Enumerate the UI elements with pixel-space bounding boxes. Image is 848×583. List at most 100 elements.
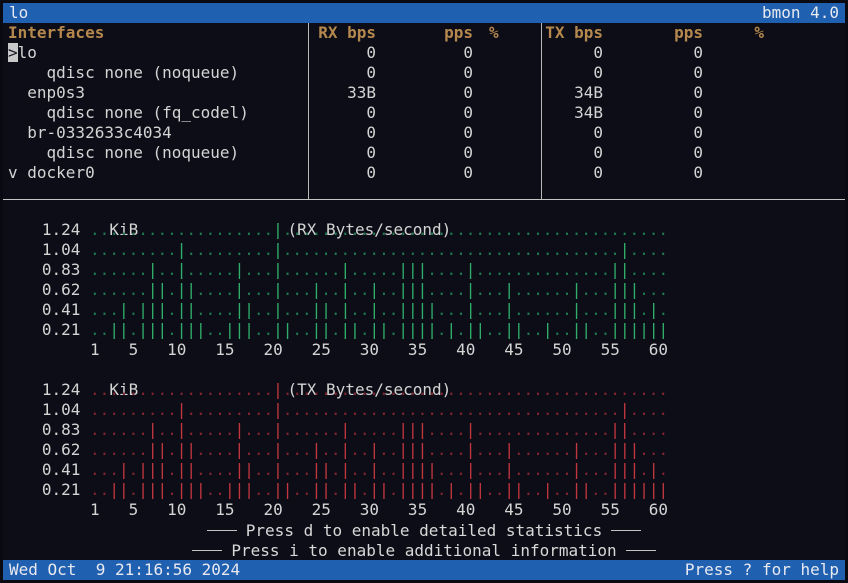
tx-bps-value: 34B (541, 83, 611, 103)
graph-row: 0.83......|..|.....|...|......|.....|||.… (13, 420, 845, 440)
col-header-tx-bps: TX bps (541, 23, 611, 43)
table-empty-row (3, 183, 845, 199)
tx-pct-value (711, 123, 766, 143)
rx-pps-value: 0 (384, 123, 481, 143)
tx-bps-value: 0 (541, 163, 611, 183)
hint-rule-right (611, 530, 641, 531)
interface-name: qdisc none (noqueue) (8, 63, 239, 82)
hint-detailed-row: Press d to enable detailed statistics (3, 520, 845, 540)
selected-interface-title: lo (9, 3, 28, 23)
tx-graph-title-row: KiB(TX Bytes/second) (13, 360, 845, 380)
rx-pps-value: 0 (384, 43, 481, 63)
hint-rule-right (626, 550, 656, 551)
graph-row: 0.21..||.|||.|||..|||..||..||.||.||.||||… (13, 480, 845, 500)
hint-additional-row: Press i to enable additional information (3, 540, 845, 560)
clock-text: Wed Oct 9 21:16:56 2024 (9, 560, 240, 580)
interface-row-lo-qdisc[interactable]: qdisc none (noqueue) 0 0 0 0 (3, 63, 845, 83)
graph-row: 0.62......||.||....|...|...|..|..|..|||.… (13, 280, 845, 300)
rx-pct-value (481, 143, 541, 163)
bmon-terminal[interactable]: lo bmon 4.0 Interfaces RX bps pps % TX b… (0, 0, 848, 583)
tx-bps-value: 0 (541, 43, 611, 63)
graph-row: 0.83......|..|.....|...|......|.....|||.… (13, 260, 845, 280)
graph-row: 1.24...................|................… (13, 220, 845, 240)
tx-bps-value: 0 (541, 63, 611, 83)
hint-rule-left (192, 550, 222, 551)
graph-row: 0.41...|.|||.||....||..|...||.|..|..||||… (13, 460, 845, 480)
interface-row-br-qdisc[interactable]: qdisc none (noqueue) 0 0 0 0 (3, 143, 845, 163)
hint-additional-text: Press i to enable additional information (231, 541, 616, 560)
graph-area: KiB(RX Bytes/second) 1.24...............… (3, 200, 845, 520)
selection-cursor: > (8, 43, 18, 62)
col-header-rx-pps: pps (384, 23, 481, 43)
tx-bps-value: 34B (541, 103, 611, 123)
interface-name: lo (18, 43, 37, 62)
graph-row: 0.21..||.|||.|||..|||..||..||.||.||.||||… (13, 320, 845, 340)
rx-pps-value: 0 (384, 83, 481, 103)
graph-row: 1.04.........|.........|................… (13, 400, 845, 420)
interface-name: br-0332633c4034 (8, 123, 172, 142)
interface-row-enp0s3-qdisc[interactable]: qdisc none (fq_codel) 0 0 34B 0 (3, 103, 845, 123)
column-divider-tx (541, 23, 542, 199)
graph-row: 0.41...|.|||.||....||..|...||.|..|..||||… (13, 300, 845, 320)
rx-bps-value: 0 (308, 63, 384, 83)
tx-pps-value: 0 (611, 43, 711, 63)
table-header-row: Interfaces RX bps pps % TX bps pps % (3, 23, 845, 43)
col-header-tx-pct: % (711, 23, 766, 43)
rx-bps-value: 0 (308, 143, 384, 163)
interface-name: enp0s3 (8, 83, 85, 102)
rx-pct-value (481, 43, 541, 63)
interface-table: Interfaces RX bps pps % TX bps pps % >lo… (3, 23, 845, 200)
title-bar: lo bmon 4.0 (3, 3, 845, 23)
help-hint: Press ? for help (685, 560, 839, 580)
app-version: bmon 4.0 (762, 3, 839, 23)
interface-row-docker0[interactable]: v docker0 0 0 0 0 (3, 163, 845, 183)
tx-pct-value (711, 43, 766, 63)
interface-row-lo[interactable]: >lo 0 0 0 0 (3, 43, 845, 63)
tx-graph: 1.24...................|................… (13, 380, 845, 520)
hint-rule-left (207, 530, 237, 531)
rx-pct-value (481, 163, 541, 183)
rx-bps-value: 0 (308, 103, 384, 123)
interface-name: docker0 (18, 163, 95, 182)
col-header-rx-pct: % (481, 23, 541, 43)
rx-pps-value: 0 (384, 103, 481, 123)
rx-bps-value: 0 (308, 43, 384, 63)
tx-bps-value: 0 (541, 123, 611, 143)
tx-pps-value: 0 (611, 103, 711, 123)
status-bar: Wed Oct 9 21:16:56 2024 Press ? for help (3, 560, 845, 580)
tx-pct-value (711, 63, 766, 83)
tx-bps-value: 0 (541, 143, 611, 163)
rx-pct-value (481, 63, 541, 83)
interface-row-br[interactable]: br-0332633c4034 0 0 0 0 (3, 123, 845, 143)
column-divider-rx (308, 23, 309, 199)
rx-pct-value (481, 83, 541, 103)
graph-row: 0.62......||.||....|...|...|..|..|..|||.… (13, 440, 845, 460)
tx-pps-value: 0 (611, 123, 711, 143)
rx-pps-value: 0 (384, 143, 481, 163)
col-header-rx-bps: RX bps (308, 23, 384, 43)
tx-pct-value (711, 83, 766, 103)
tx-pct-value (711, 163, 766, 183)
tx-pps-value: 0 (611, 63, 711, 83)
interface-row-enp0s3[interactable]: enp0s3 33B 0 34B 0 (3, 83, 845, 103)
col-header-tx-pps: pps (611, 23, 711, 43)
rx-pps-value: 0 (384, 63, 481, 83)
hint-detailed-text: Press d to enable detailed statistics (246, 521, 602, 540)
rx-bps-value: 0 (308, 163, 384, 183)
graph-x-axis: 1 5 10 15 20 25 30 35 40 45 50 55 60 (13, 340, 845, 360)
rx-graph-title-row: KiB(RX Bytes/second) (13, 200, 845, 220)
interface-name: qdisc none (fq_codel) (8, 103, 249, 122)
rx-pct-value (481, 103, 541, 123)
tx-pps-value: 0 (611, 143, 711, 163)
tx-pps-value: 0 (611, 83, 711, 103)
graph-row: 1.24...................|................… (13, 380, 845, 400)
rx-bps-value: 33B (308, 83, 384, 103)
rx-bps-value: 0 (308, 123, 384, 143)
rx-pct-value (481, 123, 541, 143)
scroll-more-indicator: v (8, 163, 18, 182)
tx-pct-value (711, 143, 766, 163)
rx-pps-value: 0 (384, 163, 481, 183)
graph-row: 1.04.........|.........|................… (13, 240, 845, 260)
graph-x-axis: 1 5 10 15 20 25 30 35 40 45 50 55 60 (13, 500, 845, 520)
tx-pct-value (711, 103, 766, 123)
